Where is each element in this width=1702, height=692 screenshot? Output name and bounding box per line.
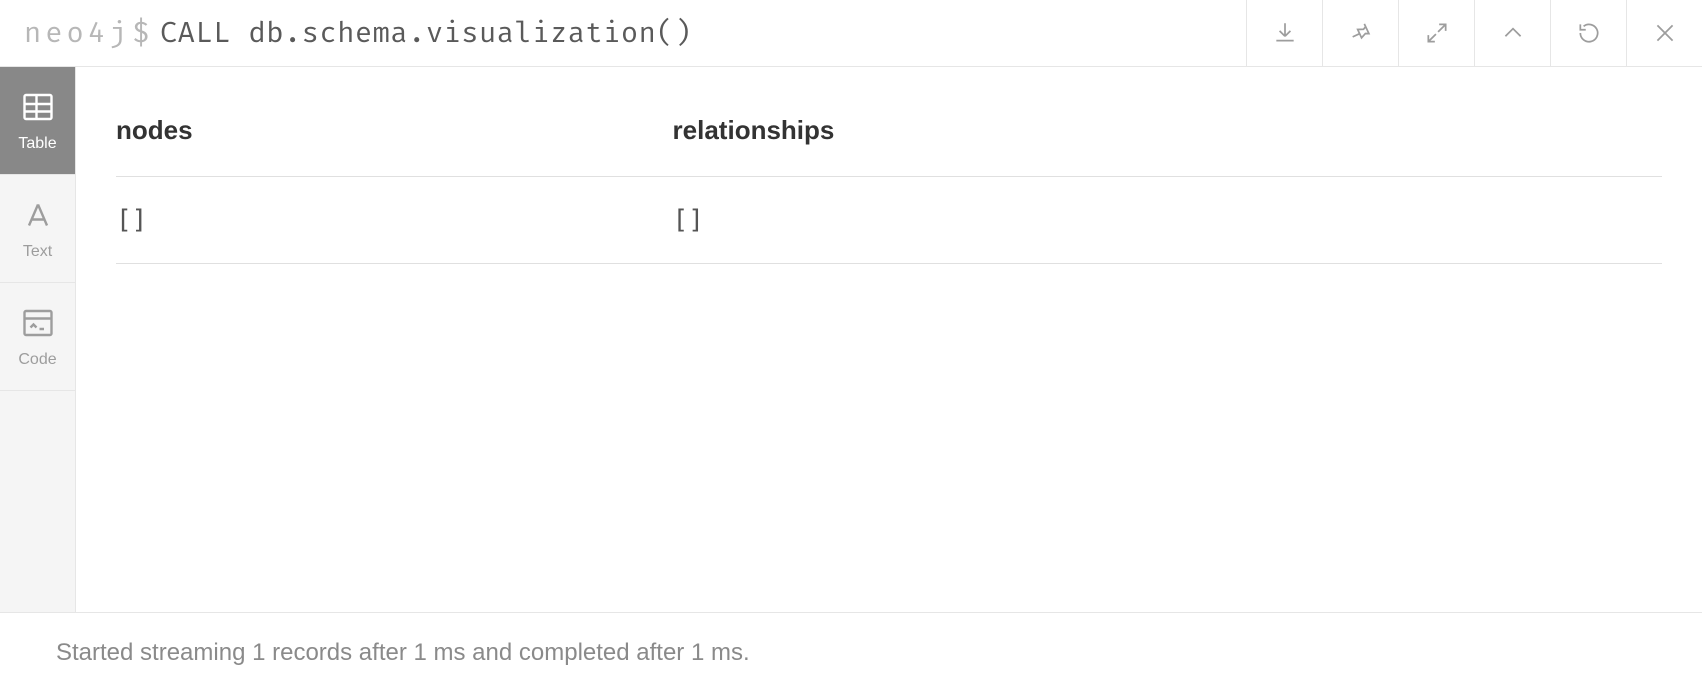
cell-relationships: []: [673, 177, 1662, 264]
collapse-button[interactable]: [1474, 0, 1550, 66]
column-header-relationships: relationships: [673, 95, 1662, 177]
expand-button[interactable]: [1398, 0, 1474, 66]
query-actions: [1246, 0, 1702, 66]
download-button[interactable]: [1246, 0, 1322, 66]
result-frame: neo4j$ CALL db.schema.visualization(): [0, 0, 1702, 692]
chevron-up-icon: [1500, 20, 1526, 46]
tab-label: Text: [23, 243, 52, 261]
content-pane: nodes relationships [] []: [76, 67, 1702, 612]
tab-text[interactable]: Text: [0, 175, 75, 283]
tab-label: Code: [18, 351, 56, 369]
status-footer: Started streaming 1 records after 1 ms a…: [0, 612, 1702, 692]
code-icon: [20, 305, 56, 341]
cell-nodes: []: [116, 177, 673, 264]
query-string: CALL db.schema.visualization(): [160, 16, 692, 51]
result-body: Table Text Code nodes relationships: [0, 67, 1702, 612]
query-text: neo4j$ CALL db.schema.visualization(): [0, 0, 1246, 66]
query-bar: neo4j$ CALL db.schema.visualization(): [0, 0, 1702, 67]
download-icon: [1272, 20, 1298, 46]
result-table: nodes relationships [] []: [116, 95, 1662, 264]
column-header-nodes: nodes: [116, 95, 673, 177]
close-icon: [1652, 20, 1678, 46]
tab-code[interactable]: Code: [0, 283, 75, 391]
pin-icon: [1348, 20, 1374, 46]
table-header-row: nodes relationships: [116, 95, 1662, 177]
view-tabs: Table Text Code: [0, 67, 76, 612]
text-icon: [20, 197, 56, 233]
table-icon: [20, 89, 56, 125]
rerun-button[interactable]: [1550, 0, 1626, 66]
rerun-icon: [1576, 20, 1602, 46]
prompt-symbol: $: [132, 16, 150, 51]
table-wrap: nodes relationships [] []: [76, 67, 1702, 612]
expand-icon: [1424, 20, 1450, 46]
pin-button[interactable]: [1322, 0, 1398, 66]
prompt-db: neo4j: [24, 16, 130, 51]
table-row: [] []: [116, 177, 1662, 264]
close-button[interactable]: [1626, 0, 1702, 66]
tab-table[interactable]: Table: [0, 67, 75, 175]
status-text: Started streaming 1 records after 1 ms a…: [56, 639, 750, 667]
tab-label: Table: [18, 135, 56, 153]
